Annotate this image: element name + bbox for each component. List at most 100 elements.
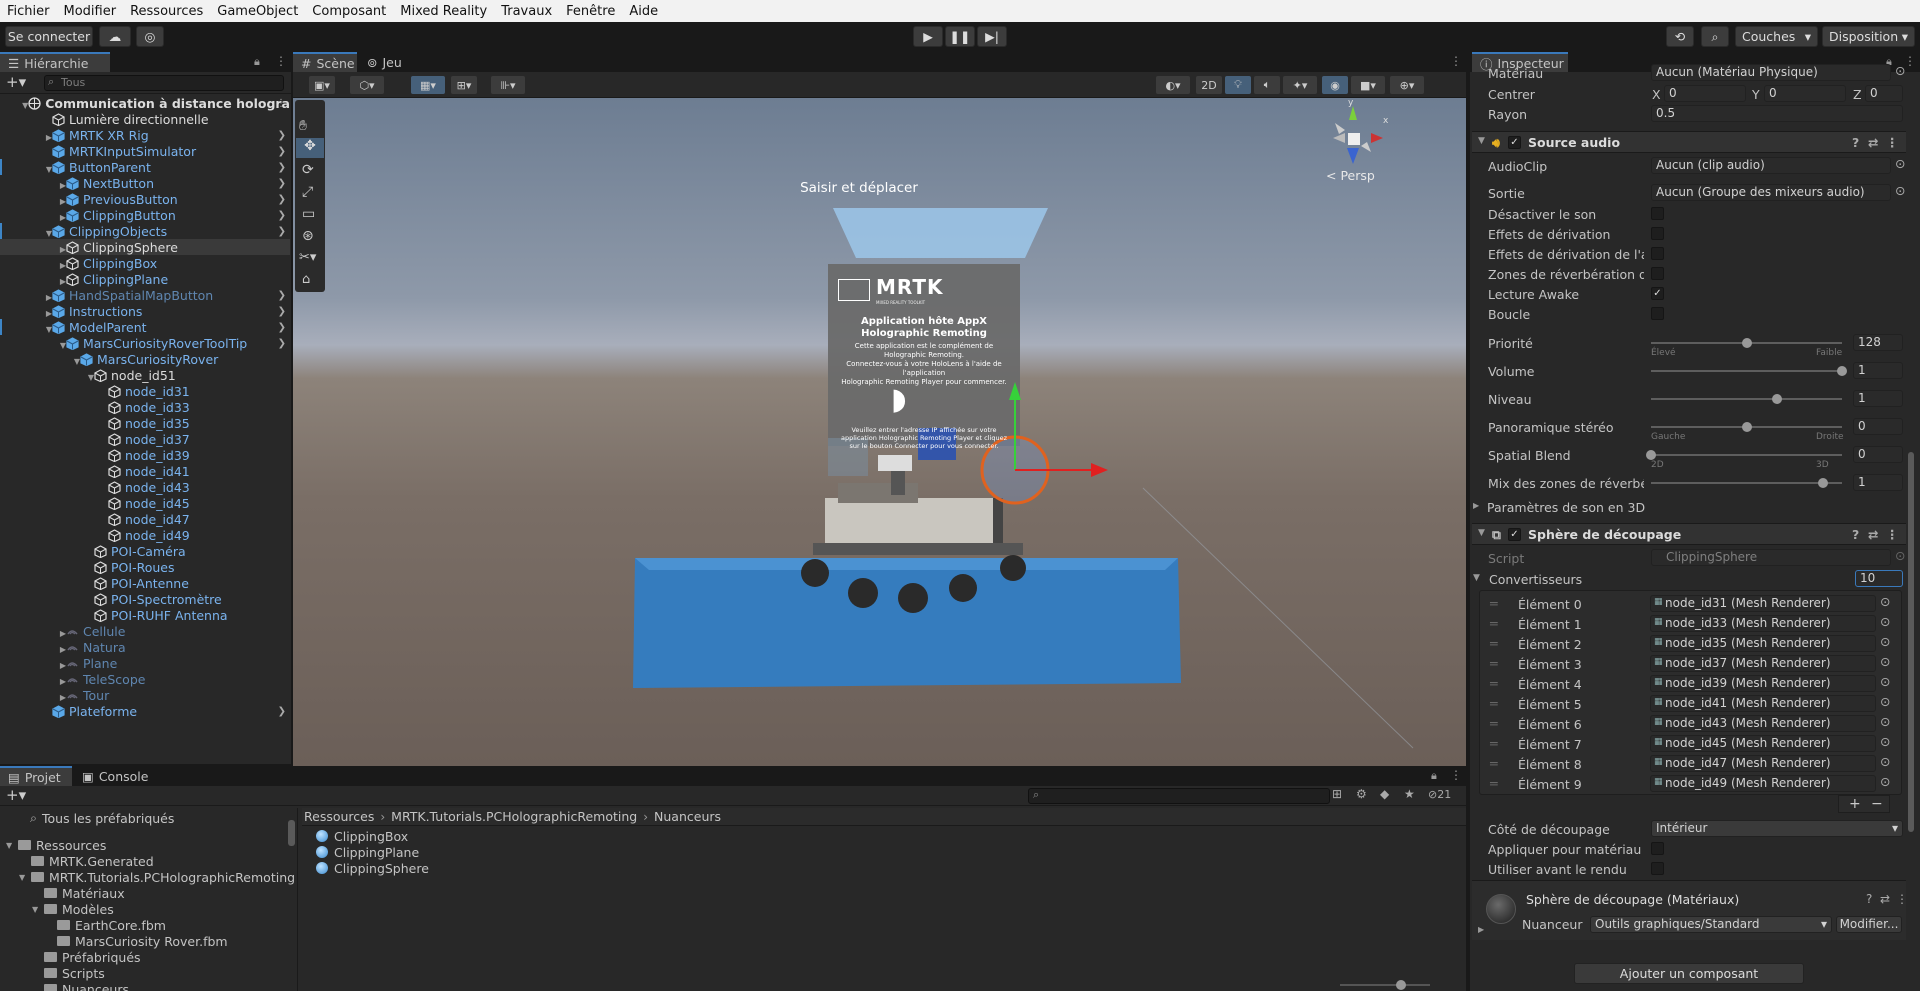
hierarchy-row[interactable]: ▶ HandSpatialMapButton ❯ [0, 287, 290, 303]
hierarchy-row[interactable]: ▶ Natura [0, 639, 290, 655]
center-x-field[interactable]: 0 [1664, 85, 1746, 102]
favorites-item[interactable]: ⌕ Tous les préfabriqués [30, 810, 174, 826]
chevron-right-icon[interactable]: ❯ [278, 210, 286, 221]
audio-slider-value[interactable]: 1 [1853, 362, 1903, 379]
chevron-right-icon[interactable]: ▶ [56, 197, 66, 206]
converter-element-field[interactable]: node_id49 (Mesh Renderer) [1650, 775, 1876, 792]
chevron-right-icon[interactable]: ▶ [56, 677, 66, 686]
hierarchy-row[interactable]: ▼ ClippingObjects ❯ [0, 223, 290, 239]
more-icon[interactable]: ⋮ [1886, 527, 1899, 542]
chevron-right-icon[interactable]: ▶ [42, 293, 52, 302]
radius-field[interactable]: 0.5 [1651, 105, 1903, 122]
hierarchy-row[interactable]: POI-RUHF Antenna [0, 607, 290, 623]
effects-icon[interactable]: ✦▾ [1283, 76, 1317, 94]
hierarchy-row[interactable]: node_id39 [0, 447, 290, 463]
chevron-right-icon[interactable]: ❯ [278, 322, 286, 333]
menu-item-0[interactable]: Fichier [0, 4, 57, 19]
audio-slider-knob[interactable] [1837, 366, 1847, 376]
audio-source-header[interactable]: ▼ 🔊︎ ✓ Source audio ? ⇄ ⋮ [1472, 131, 1906, 153]
target-icon[interactable]: ⊙ [1880, 634, 1890, 649]
audio-slider-knob[interactable] [1817, 478, 1828, 488]
chevron-right-icon[interactable]: ▶ [42, 133, 52, 142]
hierarchy-row[interactable]: ▶ ClippingSphere [0, 239, 290, 255]
scene-viewport[interactable]: ✋︎ ✥ ⟳ ⤢ ▭ ⊛ ✂▾ ⌂ y x < Persp Saisir et … [293, 98, 1466, 766]
remove-element-button[interactable]: − [1871, 796, 1883, 812]
drag-handle-icon[interactable]: ═ [1490, 596, 1498, 611]
drag-handle-icon[interactable]: ═ [1490, 656, 1498, 671]
clipping-enabled-checkbox[interactable]: ✓ [1508, 528, 1521, 541]
hierarchy-row[interactable]: ▶ ClippingButton ❯ [0, 207, 290, 223]
chevron-down-icon[interactable]: ▼ [42, 325, 52, 334]
converter-element-field[interactable]: node_id33 (Mesh Renderer) [1650, 615, 1876, 632]
shading-icon[interactable]: ◐▾ [1156, 76, 1190, 94]
audio-option-checkbox[interactable]: ✓ [1651, 287, 1664, 300]
preset-icon[interactable]: ⇄ [1868, 527, 1878, 542]
increment-icon[interactable]: ⊪▾ [491, 76, 525, 94]
project-folder[interactable]: Matériaux [32, 885, 125, 901]
converter-element-field[interactable]: node_id39 (Mesh Renderer) [1650, 675, 1876, 692]
drag-handle-icon[interactable]: ═ [1490, 676, 1498, 691]
target-icon[interactable]: ⊙ [1880, 774, 1890, 789]
clip-side-dropdown[interactable]: Intérieur ▾ [1651, 820, 1903, 837]
target-icon[interactable]: ⊙ [1880, 714, 1890, 729]
history-icon[interactable]: ⟲ [1666, 26, 1694, 47]
drag-handle-icon[interactable]: ═ [1490, 756, 1498, 771]
hierarchy-row[interactable]: node_id33 [0, 399, 290, 415]
hierarchy-row[interactable]: ▶ ClippingBox [0, 255, 290, 271]
hierarchy-row[interactable]: node_id43 [0, 479, 290, 495]
step-button[interactable]: ▶| [977, 26, 1007, 47]
converter-element-field[interactable]: node_id35 (Mesh Renderer) [1650, 635, 1876, 652]
light-icon[interactable]: 💡︎ [1225, 76, 1251, 94]
cube-icon[interactable]: ⬡▾ [350, 76, 384, 94]
output-field[interactable]: Aucun (Groupe des mixeurs audio) [1651, 184, 1891, 201]
audio-option-checkbox[interactable] [1651, 207, 1664, 220]
chevron-down-icon[interactable]: ▼ [1478, 136, 1485, 146]
converter-element-field[interactable]: node_id41 (Mesh Renderer) [1650, 695, 1876, 712]
project-folder[interactable]: MarsCuriosity Rover.fbm [45, 933, 228, 949]
project-folder[interactable]: ▼ Modèles [32, 901, 114, 917]
center-y-field[interactable]: 0 [1764, 85, 1846, 102]
project-folder[interactable]: EarthCore.fbm [45, 917, 166, 933]
hierarchy-row[interactable]: ▼ ButtonParent ❯ [0, 159, 290, 175]
lock-icon[interactable]: 🔒︎ [254, 55, 260, 69]
target-icon[interactable]: ⊙ [1880, 614, 1890, 629]
chevron-down-icon[interactable]: ▼ [18, 101, 28, 110]
menu-item-1[interactable]: Modifier [57, 4, 124, 19]
menu-item-6[interactable]: Travaux [494, 4, 559, 19]
target-icon[interactable]: ⊙ [1895, 63, 1905, 78]
tab-scene[interactable]: # Scène [293, 52, 357, 72]
chevron-down-icon[interactable]: ▼ [70, 357, 80, 366]
chevron-down-icon[interactable]: ▼ [42, 165, 52, 174]
hierarchy-row[interactable]: node_id41 [0, 463, 290, 479]
chevron-right-icon[interactable]: ❯ [278, 130, 286, 141]
collab-icon[interactable]: ◎ [136, 26, 164, 47]
sign-in-button[interactable]: Se connecter [5, 26, 93, 47]
breadcrumb-item[interactable]: Nuanceurs [654, 809, 721, 824]
audio-icon[interactable]: 🔈︎ [1254, 76, 1280, 94]
audio-option-checkbox[interactable] [1651, 227, 1664, 240]
hierarchy-row[interactable]: ▶ Tour [0, 687, 290, 703]
hierarchy-row[interactable]: ▼ MarsCuriosityRover [0, 351, 290, 367]
visibility-icon[interactable]: ◉ [1322, 76, 1348, 94]
converters-count-field[interactable]: 10 [1855, 570, 1903, 587]
hierarchy-row[interactable]: node_id49 [0, 527, 290, 543]
chevron-down-icon[interactable]: ▼ [32, 905, 44, 914]
pause-button[interactable]: ❚❚ [945, 26, 975, 47]
drag-handle-icon[interactable]: ═ [1490, 616, 1498, 631]
hierarchy-row[interactable]: ▶ Plane [0, 655, 290, 671]
play-button[interactable]: ▶ [913, 26, 943, 47]
converter-element-field[interactable]: node_id45 (Mesh Renderer) [1650, 735, 1876, 752]
audio-option-checkbox[interactable] [1651, 267, 1664, 280]
project-folder[interactable]: Scripts [32, 965, 105, 981]
type-filter-icon[interactable]: ⚙︎ [1356, 787, 1367, 801]
project-folder[interactable]: Préfabriqués [32, 949, 141, 965]
chevron-down-icon[interactable]: ▼ [19, 873, 31, 882]
drag-handle-icon[interactable]: ═ [1490, 716, 1498, 731]
menu-item-3[interactable]: GameObject [210, 4, 305, 19]
audio-slider-value[interactable]: 1 [1853, 474, 1903, 491]
audio-slider-knob[interactable] [1741, 338, 1752, 348]
converter-element-field[interactable]: node_id47 (Mesh Renderer) [1650, 755, 1876, 772]
project-folder[interactable]: Nuanceurs [32, 981, 129, 991]
breadcrumb-item[interactable]: Ressources [304, 809, 374, 824]
hierarchy-row[interactable]: node_id47 [0, 511, 290, 527]
